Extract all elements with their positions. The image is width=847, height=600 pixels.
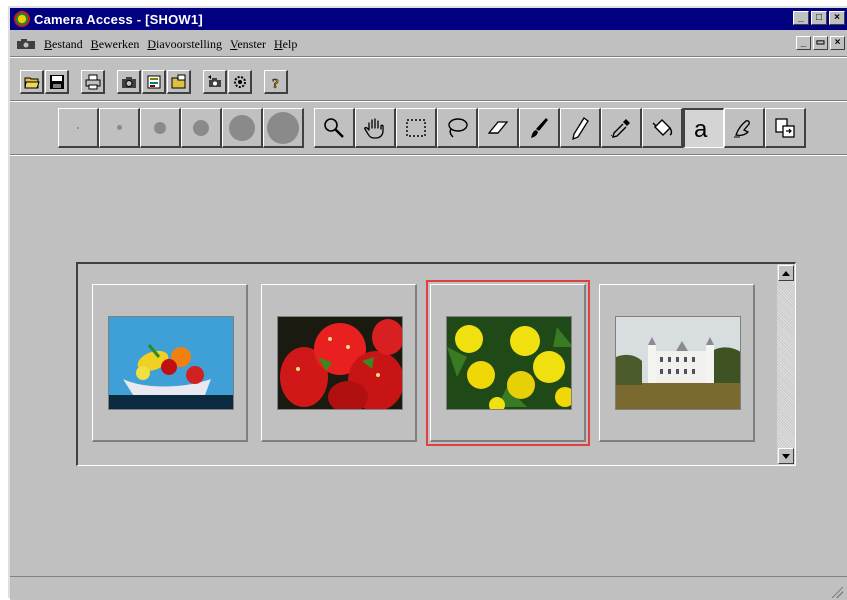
smudge-tool[interactable] <box>724 108 765 148</box>
zoom-icon <box>324 117 344 138</box>
camera-transfer-icon <box>207 74 221 87</box>
camera-icon <box>121 76 136 88</box>
title-bar[interactable]: Camera Access - [SHOW1] _ □ × <box>10 8 847 30</box>
settings-button[interactable] <box>228 70 252 94</box>
vertical-scrollbar[interactable] <box>777 264 795 465</box>
photo-castle <box>615 316 741 410</box>
open-album-button[interactable] <box>167 70 191 94</box>
camera-transfer-button[interactable] <box>203 70 227 94</box>
fill-tool[interactable] <box>642 108 683 148</box>
doc-restore-button[interactable]: ▭ <box>813 36 828 50</box>
print-icon <box>85 74 100 89</box>
size-dot-icon <box>193 119 209 136</box>
maximize-button[interactable]: □ <box>811 11 827 25</box>
menu-bestand[interactable]: Bestand <box>44 37 91 52</box>
select-rect-icon <box>406 118 426 137</box>
help-button[interactable]: ? <box>264 70 288 94</box>
lasso-tool[interactable] <box>437 108 478 148</box>
resize-grip-icon[interactable] <box>831 586 843 598</box>
save-button[interactable] <box>45 70 69 94</box>
open-folder-icon <box>23 77 40 88</box>
main-toolbar: ? <box>20 68 300 96</box>
help-icon: ? <box>271 76 279 90</box>
slideshow-button[interactable] <box>142 70 166 94</box>
pencil-icon <box>572 116 589 140</box>
menu-bewerken[interactable]: Bewerken <box>91 37 148 52</box>
close-button[interactable]: × <box>829 11 845 25</box>
photo-dandelions <box>446 316 572 410</box>
text-tool-glyph: a <box>694 116 708 142</box>
drawing-toolbar: a <box>58 106 806 150</box>
brush-size-2[interactable] <box>99 108 140 148</box>
camera-button[interactable] <box>117 70 141 94</box>
eraser-tool[interactable] <box>478 108 519 148</box>
eraser-icon <box>487 120 509 134</box>
menu-venster[interactable]: Venster <box>230 37 274 52</box>
photo-strawberries <box>277 316 403 410</box>
open-album-icon <box>171 74 185 88</box>
paste-tool[interactable] <box>765 108 806 148</box>
brush-size-4[interactable] <box>181 108 222 148</box>
save-icon <box>49 74 64 89</box>
slideshow-icon <box>147 75 160 88</box>
doc-close-button[interactable]: × <box>830 36 845 50</box>
svg-text:?: ? <box>272 77 279 90</box>
menu-bar: Bestand Bewerken Diavoorstelling Venster… <box>10 34 847 54</box>
pencil-tool[interactable] <box>560 108 601 148</box>
size-dot-icon <box>116 125 122 130</box>
arrow-up-icon <box>782 270 790 276</box>
menu-diavoorstelling[interactable]: Diavoorstelling <box>147 37 230 52</box>
arrow-down-icon <box>782 453 790 459</box>
print-button[interactable] <box>81 70 105 94</box>
window-title: Camera Access - [SHOW1] <box>34 11 203 27</box>
thumbnail-castle[interactable] <box>599 284 755 442</box>
brush-icon <box>531 117 548 138</box>
thumbnail-strawberries[interactable] <box>261 284 417 442</box>
eyedropper-tool[interactable] <box>601 108 642 148</box>
text-tool[interactable]: a <box>683 108 724 148</box>
thumbnail-strip <box>76 262 796 466</box>
thumbnail-fruit[interactable] <box>92 284 248 442</box>
hand-icon <box>364 117 384 139</box>
fill-icon <box>652 118 673 136</box>
app-icon <box>14 11 30 27</box>
separator <box>10 56 847 58</box>
size-dot-icon <box>229 114 255 141</box>
status-bar <box>10 576 847 600</box>
size-dot-icon <box>77 126 79 129</box>
size-dot-icon <box>154 121 166 134</box>
brush-size-5[interactable] <box>222 108 263 148</box>
lasso-icon <box>448 117 468 137</box>
zoom-tool[interactable] <box>314 108 355 148</box>
separator <box>10 154 847 156</box>
brush-size-3[interactable] <box>140 108 181 148</box>
separator <box>10 100 847 102</box>
size-dot-icon <box>267 111 299 144</box>
app-window: Camera Access - [SHOW1] _ □ × Bestand Be… <box>8 6 847 600</box>
tool-group: a <box>314 108 806 148</box>
hand-tool[interactable] <box>355 108 396 148</box>
settings-icon <box>233 75 246 88</box>
smudge-icon <box>734 119 750 137</box>
text-icon: a <box>694 116 708 142</box>
brush-size-6[interactable] <box>263 108 304 148</box>
photo-fruit-bowl <box>108 316 234 410</box>
brush-tool[interactable] <box>519 108 560 148</box>
brush-size-1[interactable] <box>58 108 99 148</box>
menu-help[interactable]: Help <box>274 37 305 52</box>
eyedropper-icon <box>610 118 630 138</box>
brush-size-group <box>58 108 304 148</box>
doc-minimize-button[interactable]: _ <box>796 36 811 50</box>
scroll-down-button[interactable] <box>778 448 794 464</box>
select-rect-tool[interactable] <box>396 108 437 148</box>
thumbnail-dandelions[interactable] <box>426 280 590 446</box>
document-camera-icon[interactable] <box>16 38 38 50</box>
open-button[interactable] <box>20 70 44 94</box>
scroll-up-button[interactable] <box>778 265 794 281</box>
paste-icon <box>775 117 795 138</box>
minimize-button[interactable]: _ <box>793 11 809 25</box>
